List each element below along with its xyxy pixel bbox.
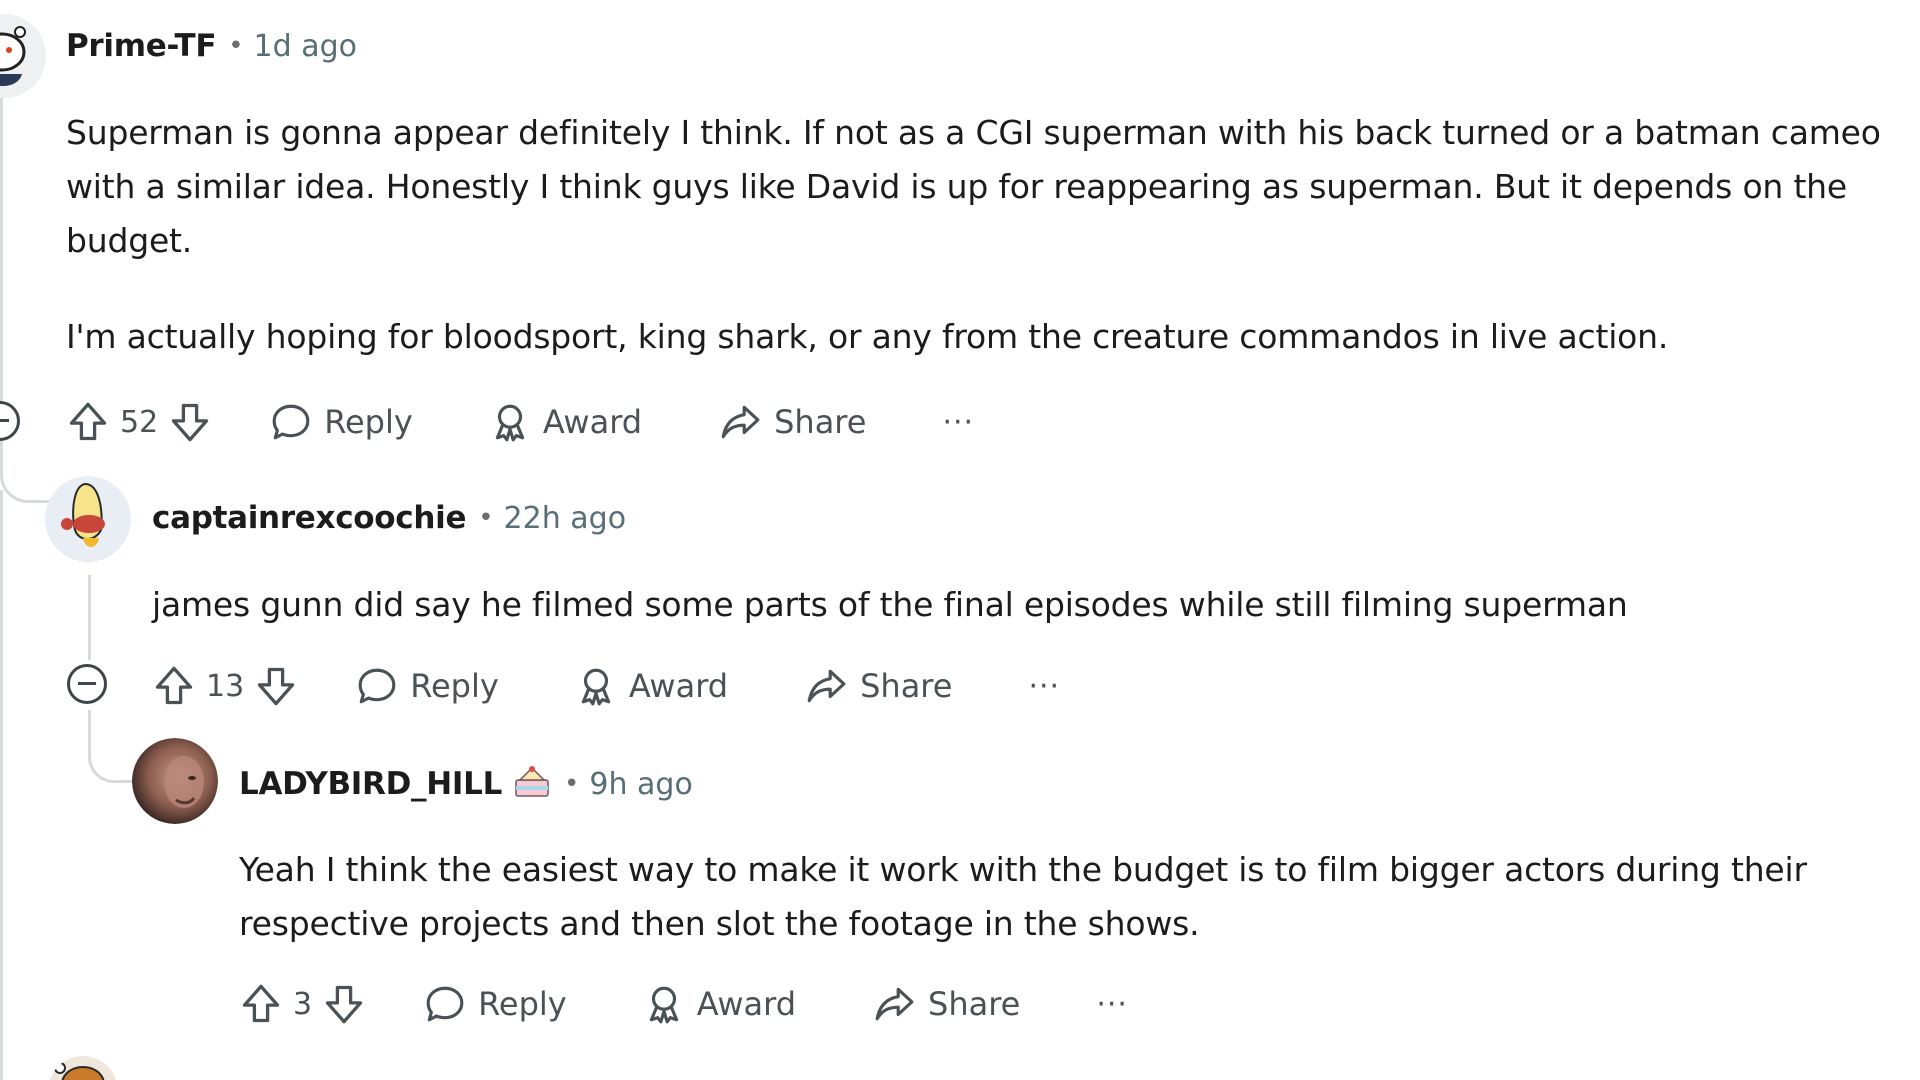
downvote-button[interactable] (322, 982, 366, 1026)
share-button[interactable]: Share (804, 665, 952, 707)
downvote-icon (168, 400, 212, 444)
avatar[interactable] (0, 14, 46, 98)
author-name[interactable]: captainrexcoochie (152, 500, 467, 536)
share-button[interactable]: Share (718, 401, 866, 443)
award-icon (575, 665, 617, 707)
downvote-icon (322, 982, 366, 1026)
comment-bubble-icon (424, 983, 466, 1025)
thread-line-root-cont[interactable] (0, 490, 3, 1080)
snoo-avatar-icon (0, 14, 46, 98)
comment-paragraph: Yeah I think the easiest way to make it … (239, 850, 1807, 943)
award-button[interactable]: Award (643, 983, 796, 1025)
upvote-icon (152, 664, 196, 708)
comment-body: james gunn did say he filmed some parts … (152, 578, 1892, 632)
share-label: Share (774, 403, 867, 441)
comment-meta: LADYBIRD_HILL • 9h ago (239, 764, 693, 804)
meta-separator: • (478, 503, 494, 533)
comment-timestamp[interactable]: 1d ago (254, 29, 357, 64)
share-icon (872, 983, 916, 1025)
author-name[interactable]: Prime-TF (66, 28, 217, 64)
comment-meta: Prime-TF • 1d ago (66, 28, 357, 64)
meta-separator: • (564, 769, 580, 799)
share-icon (804, 665, 848, 707)
reply-label: Reply (478, 985, 567, 1023)
vote-count: 13 (206, 668, 245, 704)
share-label: Share (928, 985, 1021, 1023)
cake-flair-icon (512, 764, 552, 804)
award-label: Award (696, 985, 796, 1023)
thread-line-level2[interactable] (88, 575, 91, 660)
snoo-avatar-icon (49, 1056, 117, 1080)
upvote-button[interactable] (239, 982, 283, 1026)
comment-thread: Prime-TF • 1d ago Superman is gonna appe… (0, 0, 1920, 1080)
snoo-avatar-icon (45, 476, 131, 562)
reply-button[interactable]: Reply (270, 401, 413, 443)
upvote-icon (66, 400, 110, 444)
reply-label: Reply (324, 403, 413, 441)
downvote-icon (254, 664, 298, 708)
author-name[interactable]: LADYBIRD_HILL (239, 766, 502, 802)
vote-count: 3 (293, 986, 313, 1022)
upvote-icon (239, 982, 283, 1026)
award-label: Award (542, 403, 643, 441)
comment-actions: 52 Reply Award Share ··· (66, 396, 974, 448)
share-icon (718, 401, 762, 443)
award-label: Award (628, 667, 729, 705)
meta-separator: • (228, 31, 244, 61)
award-button[interactable]: Award (575, 665, 728, 707)
downvote-button[interactable] (168, 400, 212, 444)
reply-button[interactable]: Reply (424, 983, 567, 1025)
more-options-button[interactable]: ··· (1096, 987, 1128, 1022)
reply-button[interactable]: Reply (356, 665, 499, 707)
thread-line-level2-branch[interactable] (88, 710, 136, 783)
share-button[interactable]: Share (872, 983, 1020, 1025)
downvote-button[interactable] (254, 664, 298, 708)
comment-bubble-icon (356, 665, 398, 707)
comment-body: Superman is gonna appear definitely I th… (66, 106, 1920, 364)
comment-paragraph: I'm actually hoping for bloodsport, king… (66, 317, 1669, 356)
reply-label: Reply (410, 667, 499, 705)
comment-timestamp[interactable]: 9h ago (589, 767, 692, 802)
award-icon (643, 983, 685, 1025)
upvote-button[interactable] (66, 400, 110, 444)
thread-line-root[interactable] (0, 90, 53, 503)
profile-photo-icon (132, 738, 218, 824)
avatar[interactable] (48, 1056, 118, 1080)
collapse-thread-button[interactable] (67, 664, 107, 704)
more-options-button[interactable]: ··· (1028, 669, 1060, 704)
comment-paragraph: Superman is gonna appear definitely I th… (66, 113, 1881, 260)
share-label: Share (860, 667, 953, 705)
award-icon (489, 401, 531, 443)
award-button[interactable]: Award (489, 401, 642, 443)
avatar[interactable] (132, 738, 218, 824)
comment-actions: 13 Reply Award Share ··· (152, 660, 1060, 712)
comment-meta: captainrexcoochie • 22h ago (152, 500, 626, 536)
comment-timestamp[interactable]: 22h ago (504, 501, 627, 536)
avatar[interactable] (45, 476, 131, 562)
comment-bubble-icon (270, 401, 312, 443)
comment-body: Yeah I think the easiest way to make it … (239, 843, 1899, 951)
comment-actions: 3 Reply Award Share ··· (239, 978, 1128, 1030)
vote-count: 52 (120, 404, 159, 440)
upvote-button[interactable] (152, 664, 196, 708)
comment-paragraph: james gunn did say he filmed some parts … (152, 585, 1628, 624)
more-options-button[interactable]: ··· (942, 405, 974, 440)
